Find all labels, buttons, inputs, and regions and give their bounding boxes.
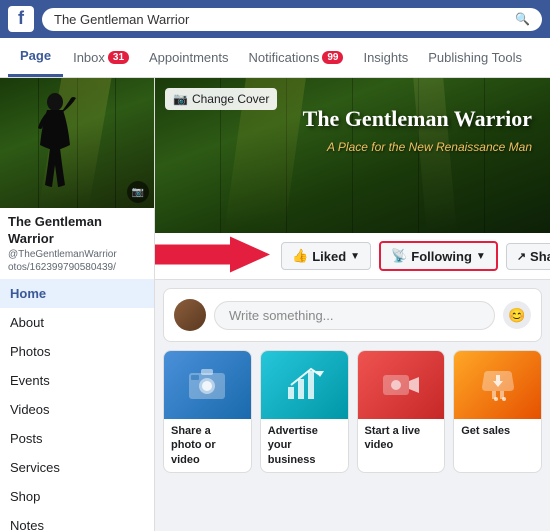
tab-publishing[interactable]: Publishing Tools xyxy=(418,37,532,77)
tab-insights[interactable]: Insights xyxy=(353,37,418,77)
main-content: 📷 Change Cover The Gentleman Warrior A P… xyxy=(155,78,550,531)
card-live-image xyxy=(358,351,445,419)
following-button[interactable]: 📡 Following ▼ xyxy=(379,241,498,271)
composer-input[interactable]: Write something... xyxy=(214,301,495,330)
facebook-logo: f xyxy=(8,6,34,32)
inbox-badge: 31 xyxy=(108,51,129,64)
card-live-label: Start a live video xyxy=(358,419,445,458)
nav-tabs: Page Inbox 31 Appointments Notifications… xyxy=(0,38,550,78)
sidebar-item-home[interactable]: Home xyxy=(0,279,154,308)
profile-silhouette xyxy=(30,90,80,208)
sidebar-item-services[interactable]: Services xyxy=(0,453,154,482)
rss-icon: 📡 xyxy=(391,248,407,264)
profile-username: @TheGentlemanWarrior xyxy=(8,249,146,260)
sidebar-nav: Home About Photos Events Videos Posts Se… xyxy=(0,279,154,531)
cover-photo: 📷 Change Cover The Gentleman Warrior A P… xyxy=(155,78,550,233)
thumbs-up-icon: 👍 xyxy=(292,248,308,264)
following-dropdown-icon: ▼ xyxy=(476,251,486,262)
profile-photo-container: 📷 xyxy=(0,78,154,208)
sidebar-item-events[interactable]: Events xyxy=(0,366,154,395)
search-bar[interactable]: The Gentleman Warrior 🔍 xyxy=(42,8,542,31)
search-icon: 🔍 xyxy=(515,12,530,26)
card-sales[interactable]: Get sales xyxy=(453,350,542,473)
tab-notifications[interactable]: Notifications 99 xyxy=(239,37,354,77)
sidebar: 📷 The Gentleman Warrior @TheGentlemanWar… xyxy=(0,78,155,531)
sidebar-item-videos[interactable]: Videos xyxy=(0,395,154,424)
share-icon: ↗ xyxy=(517,250,526,263)
sidebar-item-posts[interactable]: Posts xyxy=(0,424,154,453)
card-sales-image xyxy=(454,351,541,419)
share-label: Share xyxy=(530,249,550,264)
composer-avatar xyxy=(174,299,206,331)
cover-title: The Gentleman Warrior xyxy=(303,106,532,132)
liked-label: Liked xyxy=(312,249,346,264)
action-buttons-row: 👍 Liked ▼ 📡 Following ▼ ↗ Share ··· xyxy=(155,233,550,280)
card-advertise[interactable]: Advertise your business xyxy=(260,350,349,473)
cards-grid: Share a photo or video Advertise your bu… xyxy=(163,350,542,473)
following-label: Following xyxy=(411,249,472,264)
card-live[interactable]: Start a live video xyxy=(357,350,446,473)
sidebar-item-shop[interactable]: Shop xyxy=(0,482,154,511)
change-cover-button[interactable]: 📷 Change Cover xyxy=(165,88,277,110)
liked-dropdown-icon: ▼ xyxy=(350,251,360,262)
search-input-value: The Gentleman Warrior xyxy=(54,12,509,27)
sidebar-item-photos[interactable]: Photos xyxy=(0,337,154,366)
tab-page[interactable]: Page xyxy=(8,37,63,77)
card-advertise-image xyxy=(261,351,348,419)
cover-subtitle: A Place for the New Renaissance Man xyxy=(327,140,532,154)
profile-photo-count: otos/162399790580439/ xyxy=(8,262,146,273)
topbar: f The Gentleman Warrior 🔍 xyxy=(0,0,550,38)
card-advertise-label: Advertise your business xyxy=(261,419,348,472)
card-sales-label: Get sales xyxy=(454,419,541,443)
sidebar-item-about[interactable]: About xyxy=(0,308,154,337)
camera-icon[interactable]: 📷 xyxy=(127,181,149,203)
emoji-button[interactable]: 😊 xyxy=(503,301,531,329)
liked-button[interactable]: 👍 Liked ▼ xyxy=(281,242,371,270)
camera-cover-icon: 📷 xyxy=(173,92,188,106)
card-photo-label: Share a photo or video xyxy=(164,419,251,472)
tab-inbox[interactable]: Inbox 31 xyxy=(63,37,139,77)
change-cover-label: Change Cover xyxy=(192,92,269,106)
card-photo-image xyxy=(164,351,251,419)
notifications-badge: 99 xyxy=(322,51,343,64)
share-button[interactable]: ↗ Share xyxy=(506,243,550,270)
profile-name: The Gentleman Warrior xyxy=(8,214,146,248)
card-photo[interactable]: Share a photo or video xyxy=(163,350,252,473)
post-composer[interactable]: Write something... 😊 xyxy=(163,288,542,342)
red-arrow-indicator xyxy=(155,237,270,276)
tab-appointments[interactable]: Appointments xyxy=(139,37,239,77)
sidebar-item-notes[interactable]: Notes xyxy=(0,511,154,531)
